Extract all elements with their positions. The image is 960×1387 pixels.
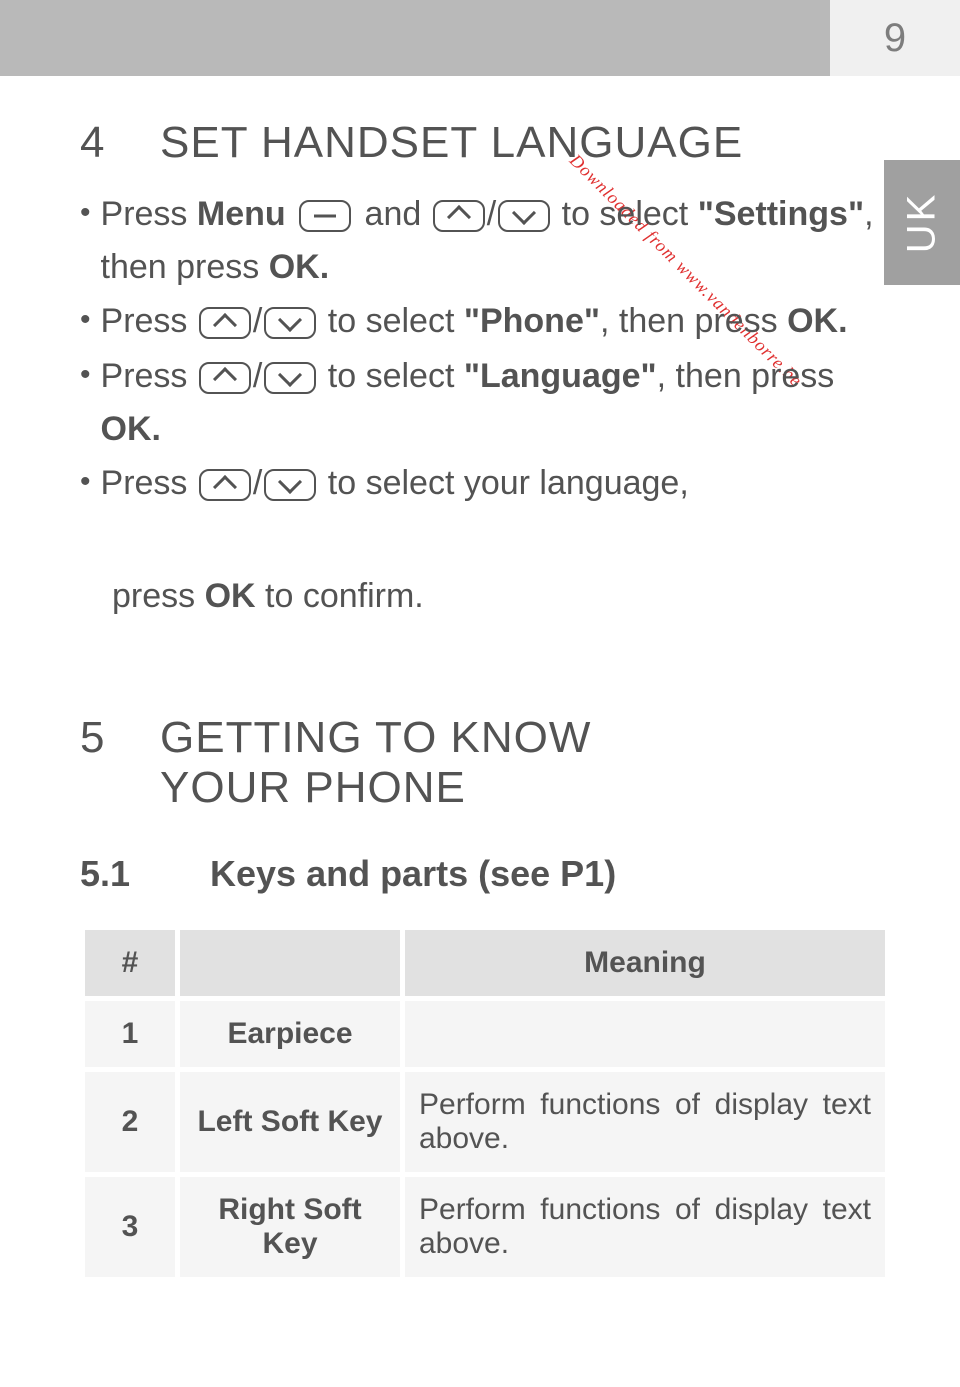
table-cell-num: 2: [85, 1072, 175, 1172]
section-5-heading: 5 GETTING TO KNOW YOUR PHONE: [80, 713, 890, 813]
table-cell-meaning: Perform functions of display text above.: [405, 1072, 885, 1172]
text-bold: OK.: [787, 302, 847, 340]
up-arrow-icon: [433, 200, 485, 232]
bullet-icon: •: [80, 190, 91, 293]
title-line-1: GETTING TO KNOW: [160, 713, 591, 762]
section-4-heading: 4 SET HANDSET LANGUAGE: [80, 118, 890, 168]
list-item: • Press Menu and / to select "Settings",…: [80, 188, 890, 293]
list-item: • Press / to select your language,: [80, 457, 890, 510]
section-4-steps: • Press Menu and / to select "Settings",…: [80, 188, 890, 510]
section-5-title: GETTING TO KNOW YOUR PHONE: [160, 713, 591, 813]
up-arrow-icon: [199, 307, 251, 339]
subsection-5-1-heading: 5.1 Keys and parts (see P1): [80, 853, 890, 895]
text: to select: [318, 357, 464, 395]
table-header: #: [85, 930, 175, 996]
text: , then press: [657, 357, 835, 395]
text: to select: [552, 195, 698, 233]
text-bold: OK.: [101, 410, 161, 448]
down-arrow-icon: [264, 307, 316, 339]
table-cell-num: 3: [85, 1177, 175, 1277]
table-header-row: # Meaning: [85, 930, 885, 996]
text: Press: [101, 357, 197, 395]
table-row: 2 Left Soft Key Perform functions of dis…: [85, 1072, 885, 1172]
side-tab: UK: [884, 160, 960, 285]
text-bold: Menu: [197, 195, 286, 233]
table-row: 1 Earpiece: [85, 1001, 885, 1067]
step-text: Press / to select your language,: [101, 457, 890, 510]
subsection-title: Keys and parts (see P1): [210, 853, 616, 895]
table-cell-name: Earpiece: [180, 1001, 400, 1067]
content: 4 SET HANDSET LANGUAGE • Press Menu and …: [80, 118, 890, 1282]
table-cell-num: 1: [85, 1001, 175, 1067]
title-line-2: YOUR PHONE: [160, 763, 466, 812]
table-cell-meaning: [405, 1001, 885, 1067]
section-5: 5 GETTING TO KNOW YOUR PHONE 5.1 Keys an…: [80, 713, 890, 1282]
bullet-icon: •: [80, 352, 91, 455]
side-tab-text: UK: [899, 192, 944, 254]
text-bold: OK: [205, 577, 256, 615]
text: to confirm.: [256, 577, 424, 615]
up-arrow-icon: [199, 362, 251, 394]
text: to select: [318, 302, 464, 340]
step-text: Press / to select "Phone", then press OK…: [101, 295, 890, 348]
table-cell-name: Left Soft Key: [180, 1072, 400, 1172]
step-continuation: press OK to confirm.: [112, 570, 890, 623]
keys-parts-table: # Meaning 1 Earpiece 2 Left Soft Key Per…: [80, 925, 890, 1282]
step-text: Press Menu and / to select "Settings", t…: [101, 188, 890, 293]
text-bold: "Phone": [464, 302, 600, 340]
list-item: • Press / to select "Language", then pre…: [80, 350, 890, 455]
up-arrow-icon: [199, 469, 251, 501]
section-4-title: SET HANDSET LANGUAGE: [160, 118, 743, 168]
text: press: [112, 577, 205, 615]
page-number: 9: [884, 16, 906, 61]
subsection-num: 5.1: [80, 853, 210, 895]
page-number-box: 9: [830, 0, 960, 76]
text: , then press: [600, 302, 787, 340]
down-arrow-icon: [264, 469, 316, 501]
table-row: 3 Right Soft Key Perform functions of di…: [85, 1177, 885, 1277]
text: Press: [101, 302, 197, 340]
header-bar: [0, 0, 830, 76]
text-bold: "Language": [464, 357, 657, 395]
bullet-icon: •: [80, 459, 91, 510]
table-cell-name: Right Soft Key: [180, 1177, 400, 1277]
text: and: [355, 195, 431, 233]
table-header: Meaning: [405, 930, 885, 996]
menu-button-icon: [299, 200, 351, 232]
table-cell-meaning: Perform functions of display text above.: [405, 1177, 885, 1277]
list-item: • Press / to select "Phone", then press …: [80, 295, 890, 348]
text: to select your language,: [318, 464, 688, 502]
text-bold: "Settings": [698, 195, 864, 233]
down-arrow-icon: [498, 200, 550, 232]
text: Press: [101, 195, 197, 233]
text: Press: [101, 464, 197, 502]
step-text: Press / to select "Language", then press…: [101, 350, 890, 455]
table-header: [180, 930, 400, 996]
bullet-icon: •: [80, 297, 91, 348]
section-4-num: 4: [80, 118, 160, 168]
section-5-num: 5: [80, 713, 160, 763]
text-bold: OK.: [269, 248, 329, 286]
down-arrow-icon: [264, 362, 316, 394]
